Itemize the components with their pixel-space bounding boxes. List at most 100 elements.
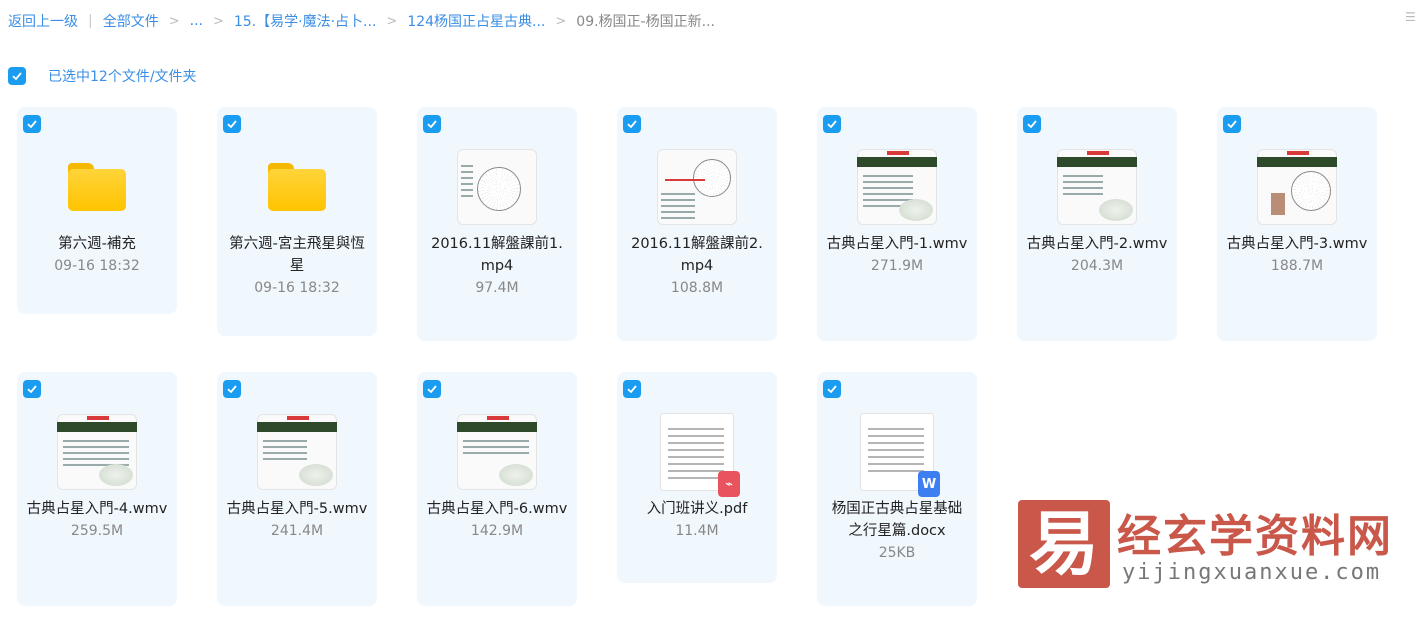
breadcrumb: 返回上一级 | 全部文件 > ... > 15.【易学·魔法·占卜... > 1… bbox=[8, 10, 715, 32]
file-meta: 11.4M bbox=[675, 523, 719, 539]
file-checkbox[interactable] bbox=[23, 380, 41, 398]
file-name: 入门班讲义.pdf bbox=[646, 501, 748, 517]
breadcrumb-current: 09.杨国正-杨国正新... bbox=[576, 14, 715, 30]
check-icon bbox=[1027, 120, 1037, 129]
file-checkbox[interactable] bbox=[223, 380, 241, 398]
file-checkbox[interactable] bbox=[823, 115, 841, 133]
file-thumbnail bbox=[257, 412, 337, 492]
file-name-wrap: 第六週-宮主飛星與恆星 09-16 18:32 bbox=[225, 233, 369, 299]
chevron-right-icon: > bbox=[168, 13, 180, 29]
file-name: 2016.11解盤課前2.mp4 bbox=[631, 236, 763, 274]
docx-thumbnail: W bbox=[860, 413, 940, 497]
file-card[interactable]: 古典占星入門-2.wmv 204.3M bbox=[1017, 107, 1177, 341]
file-card[interactable]: 2016.11解盤課前2.mp4 108.8M bbox=[617, 107, 777, 341]
file-name: 第六週-宮主飛星與恆星 bbox=[229, 236, 365, 274]
watermark-logo: 易 bbox=[1018, 500, 1110, 588]
file-thumbnail bbox=[57, 147, 137, 227]
watermark-title: 经玄学资料网 bbox=[1117, 511, 1393, 562]
file-name: 古典占星入門-1.wmv bbox=[826, 236, 968, 252]
file-name-wrap: 古典占星入門-4.wmv 259.5M bbox=[25, 498, 169, 542]
file-meta: 271.9M bbox=[870, 258, 924, 274]
file-checkbox[interactable] bbox=[1023, 115, 1041, 133]
check-icon bbox=[427, 385, 437, 394]
file-checkbox[interactable] bbox=[23, 115, 41, 133]
breadcrumb-item-1[interactable]: 15.【易学·魔法·占卜... bbox=[234, 11, 377, 31]
breadcrumb-ellipsis[interactable]: ... bbox=[190, 13, 203, 29]
file-card[interactable]: 古典占星入門-3.wmv 188.7M bbox=[1217, 107, 1377, 341]
breadcrumb-divider: | bbox=[88, 13, 93, 29]
back-link[interactable]: 返回上一级 bbox=[8, 11, 78, 31]
check-icon bbox=[1227, 120, 1237, 129]
check-icon bbox=[827, 385, 837, 394]
file-checkbox[interactable] bbox=[223, 115, 241, 133]
file-thumbnail bbox=[1057, 147, 1137, 227]
watermark-url: yijingxuanxue.com bbox=[1122, 560, 1382, 585]
file-name: 古典占星入門-3.wmv bbox=[1226, 236, 1368, 252]
view-toggle-icon[interactable]: ☰ bbox=[1405, 10, 1419, 26]
file-thumbnail bbox=[657, 147, 737, 227]
file-card[interactable]: 2016.11解盤課前1.mp4 97.4M bbox=[417, 107, 577, 341]
file-checkbox[interactable] bbox=[623, 380, 641, 398]
file-checkbox[interactable] bbox=[623, 115, 641, 133]
file-meta: 97.4M bbox=[475, 280, 519, 296]
file-meta: 108.8M bbox=[670, 280, 724, 296]
pdf-thumbnail: ⌁ bbox=[660, 413, 740, 497]
select-all-checkbox[interactable] bbox=[8, 67, 26, 85]
chevron-right-icon: > bbox=[555, 13, 567, 29]
file-thumbnail: ⌁ bbox=[657, 412, 740, 497]
file-name: 第六週-補充 bbox=[58, 236, 136, 252]
file-checkbox[interactable] bbox=[423, 380, 441, 398]
file-card[interactable]: 古典占星入門-1.wmv 271.9M bbox=[817, 107, 977, 341]
video-thumbnail-chart bbox=[457, 149, 537, 225]
file-name-wrap: 古典占星入門-6.wmv 142.9M bbox=[425, 498, 569, 542]
file-meta: 188.7M bbox=[1270, 258, 1324, 274]
file-name-wrap: 入门班讲义.pdf 11.4M bbox=[625, 498, 769, 542]
video-thumbnail-slide bbox=[57, 414, 137, 490]
file-meta: 25KB bbox=[878, 545, 916, 561]
file-meta: 241.4M bbox=[270, 523, 324, 539]
check-icon bbox=[27, 120, 37, 129]
folder-icon bbox=[68, 163, 126, 211]
check-icon bbox=[627, 385, 637, 394]
chevron-right-icon: > bbox=[386, 13, 398, 29]
file-thumbnail bbox=[1257, 147, 1337, 227]
file-card[interactable]: 古典占星入門-6.wmv 142.9M bbox=[417, 372, 577, 606]
check-icon bbox=[227, 385, 237, 394]
check-icon bbox=[827, 120, 837, 129]
file-name: 古典占星入門-5.wmv bbox=[226, 501, 368, 517]
chevron-right-icon: > bbox=[212, 13, 224, 29]
check-icon bbox=[627, 120, 637, 129]
file-card[interactable]: 古典占星入門-4.wmv 259.5M bbox=[17, 372, 177, 606]
check-icon bbox=[427, 120, 437, 129]
file-card[interactable]: 第六週-補充 09-16 18:32 bbox=[17, 107, 177, 314]
file-name: 古典占星入門-6.wmv bbox=[426, 501, 568, 517]
check-icon bbox=[27, 385, 37, 394]
file-thumbnail: W bbox=[857, 412, 940, 497]
file-checkbox[interactable] bbox=[823, 380, 841, 398]
video-thumbnail-slide bbox=[857, 149, 937, 225]
file-name-wrap: 古典占星入門-1.wmv 271.9M bbox=[825, 233, 969, 277]
breadcrumb-item-2[interactable]: 124杨国正占星古典... bbox=[407, 11, 545, 31]
file-meta: 259.5M bbox=[70, 523, 124, 539]
video-thumbnail-slide bbox=[1257, 149, 1337, 225]
file-checkbox[interactable] bbox=[1223, 115, 1241, 133]
check-icon bbox=[227, 120, 237, 129]
file-card[interactable]: ⌁ 入门班讲义.pdf 11.4M bbox=[617, 372, 777, 583]
selection-count: 已选中12个文件/文件夹 bbox=[48, 69, 197, 85]
file-card[interactable]: W 杨国正古典占星基础之行星篇.docx 25KB bbox=[817, 372, 977, 606]
file-meta: 09-16 18:32 bbox=[54, 258, 140, 274]
file-checkbox[interactable] bbox=[423, 115, 441, 133]
file-card[interactable]: 第六週-宮主飛星與恆星 09-16 18:32 bbox=[217, 107, 377, 336]
folder-icon bbox=[268, 163, 326, 211]
video-thumbnail-slide bbox=[1057, 149, 1137, 225]
file-thumbnail bbox=[457, 147, 537, 227]
file-meta: 142.9M bbox=[470, 523, 524, 539]
file-name: 古典占星入門-4.wmv bbox=[26, 501, 168, 517]
pdf-icon: ⌁ bbox=[718, 471, 740, 497]
file-name-wrap: 2016.11解盤課前2.mp4 108.8M bbox=[625, 233, 769, 299]
file-card[interactable]: 古典占星入門-5.wmv 241.4M bbox=[217, 372, 377, 606]
breadcrumb-root[interactable]: 全部文件 bbox=[103, 11, 159, 31]
file-meta: 204.3M bbox=[1070, 258, 1124, 274]
file-meta: 09-16 18:32 bbox=[254, 280, 340, 296]
file-thumbnail bbox=[457, 412, 537, 492]
